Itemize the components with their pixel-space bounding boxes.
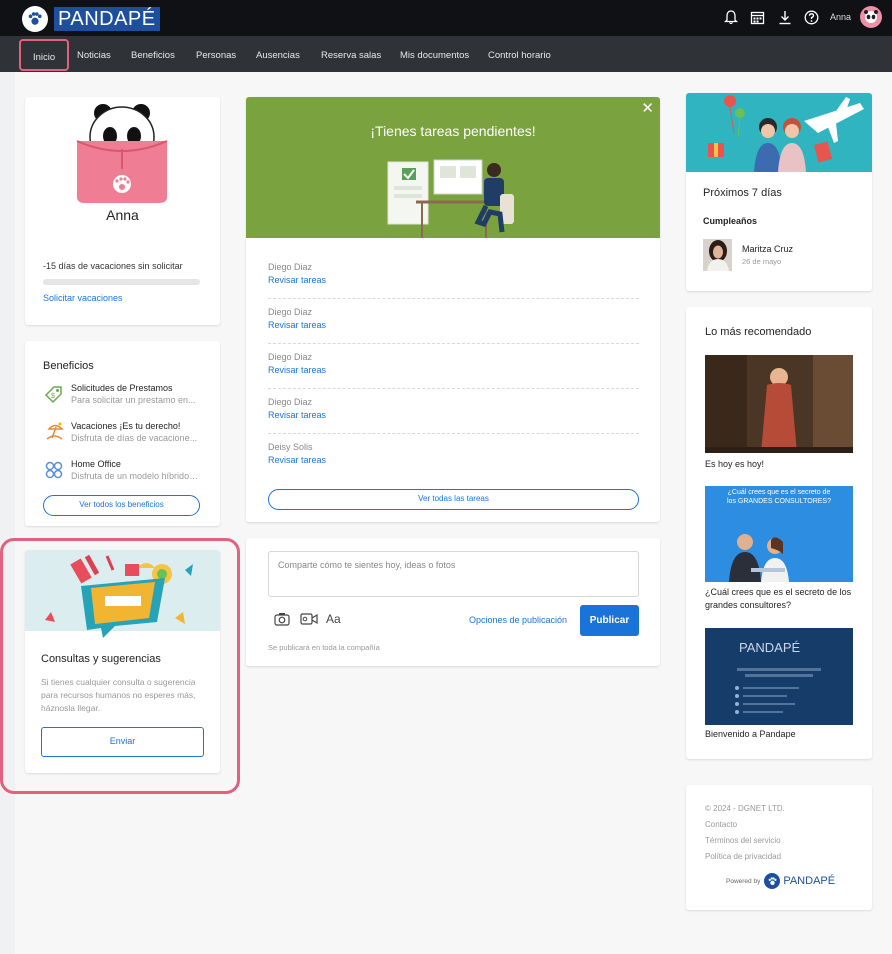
nav-item-reserva-salas[interactable]: Reserva salas — [321, 36, 381, 72]
download-icon[interactable] — [776, 8, 794, 26]
footer-card: © 2024 - DGNET LTD. Contacto Términos de… — [686, 785, 872, 910]
see-all-benefits-button[interactable]: Ver todos los beneficios — [43, 495, 200, 516]
task-row: Diego Diaz Revisar tareas — [268, 389, 639, 434]
nav-item-noticias[interactable]: Noticias — [77, 36, 111, 72]
paw-logo-icon — [764, 873, 781, 889]
recommended-card: Lo más recomendado Es hoy es hoy! ¿Cuál … — [686, 307, 872, 759]
copyright: © 2024 - DGNET LTD. — [705, 804, 785, 813]
task-assignee: Diego Diaz — [268, 397, 313, 407]
video-icon[interactable] — [300, 612, 318, 631]
recommended-caption[interactable]: ¿Cuál crees que es el secreto de los gra… — [705, 586, 855, 612]
birthdays-label: Cumpleaños — [703, 216, 758, 226]
benefit-title: Solicitudes de Prestamos — [71, 383, 173, 393]
home-office-icon — [43, 459, 65, 481]
publish-button[interactable]: Publicar — [580, 605, 639, 636]
nav-item-mis-documentos[interactable]: Mis documentos — [400, 36, 469, 72]
logo-text: PANDAPÉ — [54, 7, 160, 31]
panda-avatar — [73, 101, 171, 210]
benefit-desc: Disfruta de un modelo híbrido,... — [71, 471, 199, 481]
help-icon[interactable] — [803, 8, 821, 26]
user-avatar[interactable] — [860, 6, 882, 28]
svg-text:$: $ — [51, 393, 55, 400]
profile-card: Anna -15 días de vacaciones sin solicita… — [25, 97, 220, 325]
recommended-title: Lo más recomendado — [705, 326, 812, 338]
review-tasks-link[interactable]: Revisar tareas — [268, 320, 639, 330]
vacation-progress-bar — [43, 279, 200, 285]
publish-options-link[interactable]: Opciones de publicación — [469, 615, 567, 625]
recommended-image[interactable]: ¿Cuál crees que es el secreto de los GRA… — [705, 486, 853, 582]
review-tasks-link[interactable]: Revisar tareas — [268, 455, 639, 465]
profile-name: Anna — [106, 207, 139, 223]
publish-scope-note: Se publicará en toda la compañía — [268, 643, 380, 652]
post-input[interactable]: Comparte cómo te sientes hoy, ideas o fo… — [268, 551, 639, 597]
task-assignee: Diego Diaz — [268, 262, 313, 272]
tasks-card: ¡Tienes tareas pendientes! ✕ Diego Diaz … — [246, 97, 660, 522]
review-tasks-link[interactable]: Revisar tareas — [268, 275, 639, 285]
review-tasks-link[interactable]: Revisar tareas — [268, 410, 639, 420]
powered-by-label: Powered by — [726, 877, 761, 885]
task-row: Diego Diaz Revisar tareas — [268, 344, 639, 389]
post-card: Comparte cómo te sientes hoy, ideas o fo… — [246, 538, 660, 666]
main-nav: Inicio Noticias Beneficios Personas Ause… — [0, 36, 892, 72]
upcoming-title: Próximos 7 días — [703, 187, 782, 199]
bell-icon[interactable] — [722, 8, 740, 26]
task-assignee: Diego Diaz — [268, 307, 313, 317]
recommended-caption[interactable]: Es hoy es hoy! — [705, 458, 855, 471]
benefit-desc: Para solicitar un prestamo en... — [71, 395, 196, 405]
benefits-card: Beneficios $ Solicitudes de Prestamos Par… — [25, 341, 220, 526]
birthday-person-name[interactable]: Maritza Cruz — [742, 244, 793, 254]
terms-link[interactable]: Términos del servicio — [705, 836, 785, 845]
beach-icon — [43, 421, 65, 443]
benefits-title: Beneficios — [43, 360, 94, 372]
task-row: Diego Diaz Revisar tareas — [268, 299, 639, 344]
tasks-title: ¡Tienes tareas pendientes! — [370, 123, 536, 139]
recommended-caption[interactable]: Bienvenido a Pandape — [705, 728, 855, 741]
recommended-video-thumbnail[interactable] — [705, 355, 853, 453]
text-format-icon[interactable]: Aa — [326, 612, 341, 626]
upcoming-card: Próximos 7 días Cumpleaños Maritza Cruz … — [686, 93, 872, 291]
privacy-link[interactable]: Política de privacidad — [705, 852, 785, 861]
benefit-item[interactable]: Vacaciones ¡Es tu derecho! Disfruta de dí… — [43, 421, 199, 443]
consultas-highlight — [0, 538, 240, 794]
task-assignee: Diego Diaz — [268, 352, 313, 362]
paw-logo-icon — [22, 6, 48, 32]
benefit-item[interactable]: $ Solicitudes de Prestamos Para solicitar… — [43, 383, 199, 405]
close-icon[interactable]: ✕ — [641, 99, 654, 117]
benefit-title: Home Office — [71, 459, 121, 469]
nav-item-personas[interactable]: Personas — [196, 36, 236, 72]
contact-link[interactable]: Contacto — [705, 820, 785, 829]
nav-item-inicio[interactable]: Inicio — [19, 39, 70, 71]
person-photo — [703, 239, 732, 271]
recommended-image[interactable]: PANDAPÉ — [705, 628, 853, 725]
nav-item-beneficios[interactable]: Beneficios — [131, 36, 175, 72]
powered-by: Powered by PANDAPÉ — [726, 873, 835, 889]
camera-icon[interactable] — [274, 612, 290, 631]
request-vacation-link[interactable]: Solicitar vacaciones — [43, 293, 123, 303]
nav-item-control-horario[interactable]: Control horario — [488, 36, 551, 72]
recommended-image-text: PANDAPÉ — [739, 640, 801, 655]
task-assignee: Deisy Solis — [268, 442, 313, 452]
top-bar: PANDAPÉ Anna — [0, 0, 892, 36]
tag-icon: $ — [43, 383, 65, 405]
tasks-banner: ¡Tienes tareas pendientes! ✕ — [246, 97, 660, 238]
task-row: Deisy Solis Revisar tareas — [268, 434, 639, 479]
vacation-summary: -15 días de vacaciones sin solicitar — [43, 261, 183, 271]
tasks-illustration — [387, 159, 514, 238]
birthday-date: 26 de mayo — [742, 257, 782, 266]
upcoming-banner — [686, 93, 872, 172]
footer-brand: PANDAPÉ — [783, 875, 836, 887]
nav-item-ausencias[interactable]: Ausencias — [256, 36, 300, 72]
benefit-item[interactable]: Home Office Disfruta de un modelo híbrido… — [43, 459, 199, 481]
recommended-image-text: ¿Cuál crees que es el secreto de los GRA… — [727, 489, 831, 505]
task-row: Diego Diaz Revisar tareas — [268, 254, 639, 299]
review-tasks-link[interactable]: Revisar tareas — [268, 365, 639, 375]
calendar-icon[interactable] — [749, 8, 767, 26]
logo[interactable]: PANDAPÉ — [22, 6, 160, 32]
see-all-tasks-button[interactable]: Ver todas las tareas — [268, 489, 639, 510]
benefit-title: Vacaciones ¡Es tu derecho! — [71, 421, 181, 431]
benefit-desc: Disfruta de días de vacacione... — [71, 433, 198, 443]
user-name[interactable]: Anna — [830, 12, 851, 22]
